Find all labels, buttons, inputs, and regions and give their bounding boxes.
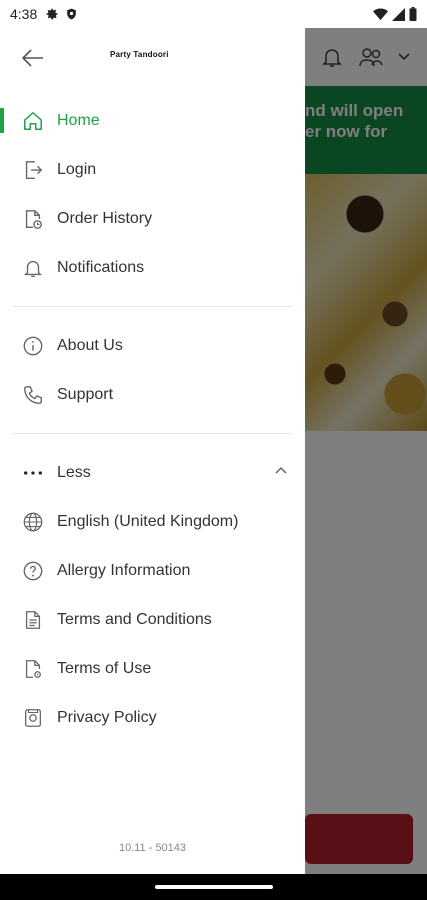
app-version: 10.11 - 50143 xyxy=(118,842,187,854)
menu-item-privacy-policy[interactable]: Privacy Policy xyxy=(0,693,305,742)
settings-gear-icon xyxy=(47,8,58,20)
signal-icon xyxy=(392,7,405,21)
home-icon xyxy=(22,110,44,132)
menu-label: Privacy Policy xyxy=(57,708,157,726)
menu-item-terms-of-use[interactable]: Terms of Use xyxy=(0,644,305,693)
home-gesture-handle[interactable] xyxy=(155,885,273,889)
menu-label: Login xyxy=(57,160,97,178)
drawer-header: Party Tandoori xyxy=(0,28,305,86)
menu-toggle-less[interactable]: Less xyxy=(0,448,305,497)
menu-item-language[interactable]: English (United Kingdom) xyxy=(0,497,305,546)
order-history-icon xyxy=(22,208,44,230)
menu-label: About Us xyxy=(57,336,123,354)
shield-icon xyxy=(67,8,77,20)
divider xyxy=(13,433,292,434)
menu-item-support[interactable]: Support xyxy=(0,370,305,419)
menu-label: Notifications xyxy=(57,258,145,276)
status-time: 4:38 xyxy=(10,6,38,22)
menu-item-terms-and-conditions[interactable]: Terms and Conditions xyxy=(0,595,305,644)
arrow-left-icon xyxy=(22,49,43,67)
document-settings-icon xyxy=(22,658,44,680)
menu-item-home[interactable]: Home xyxy=(0,96,305,145)
menu-item-order-history[interactable]: Order History xyxy=(0,194,305,243)
wifi-icon xyxy=(373,8,388,20)
back-button[interactable] xyxy=(20,45,46,71)
menu-label: Support xyxy=(57,385,114,403)
menu-label: Terms of Use xyxy=(57,659,152,677)
menu-item-login[interactable]: Login xyxy=(0,145,305,194)
brand-logo: Party Tandoori xyxy=(110,50,169,59)
login-icon xyxy=(22,159,44,181)
menu-label: Less xyxy=(57,463,91,481)
document-icon xyxy=(22,609,44,631)
battery-icon xyxy=(409,7,417,21)
system-nav-bar xyxy=(0,874,427,900)
globe-icon xyxy=(22,511,44,533)
menu-item-allergy-information[interactable]: Allergy Information xyxy=(0,546,305,595)
info-icon xyxy=(22,335,44,357)
phone-icon xyxy=(22,384,44,406)
menu-item-about-us[interactable]: About Us xyxy=(0,321,305,370)
menu-label: Allergy Information xyxy=(57,561,191,579)
menu-label: Terms and Conditions xyxy=(57,610,212,628)
bell-icon xyxy=(22,257,44,279)
more-dots-icon xyxy=(22,462,44,484)
privacy-icon xyxy=(22,707,44,729)
menu-label: Order History xyxy=(57,209,153,227)
divider xyxy=(13,306,292,307)
status-bar: 4:38 xyxy=(0,0,427,28)
menu-label: Home xyxy=(57,111,100,129)
menu-item-notifications[interactable]: Notifications xyxy=(0,243,305,292)
navigation-drawer: Party Tandoori Home Login Order History … xyxy=(0,28,305,874)
menu-label: English (United Kingdom) xyxy=(57,512,239,530)
drawer-scrim[interactable] xyxy=(305,28,427,874)
chevron-up-icon xyxy=(275,466,287,474)
question-icon xyxy=(22,560,44,582)
